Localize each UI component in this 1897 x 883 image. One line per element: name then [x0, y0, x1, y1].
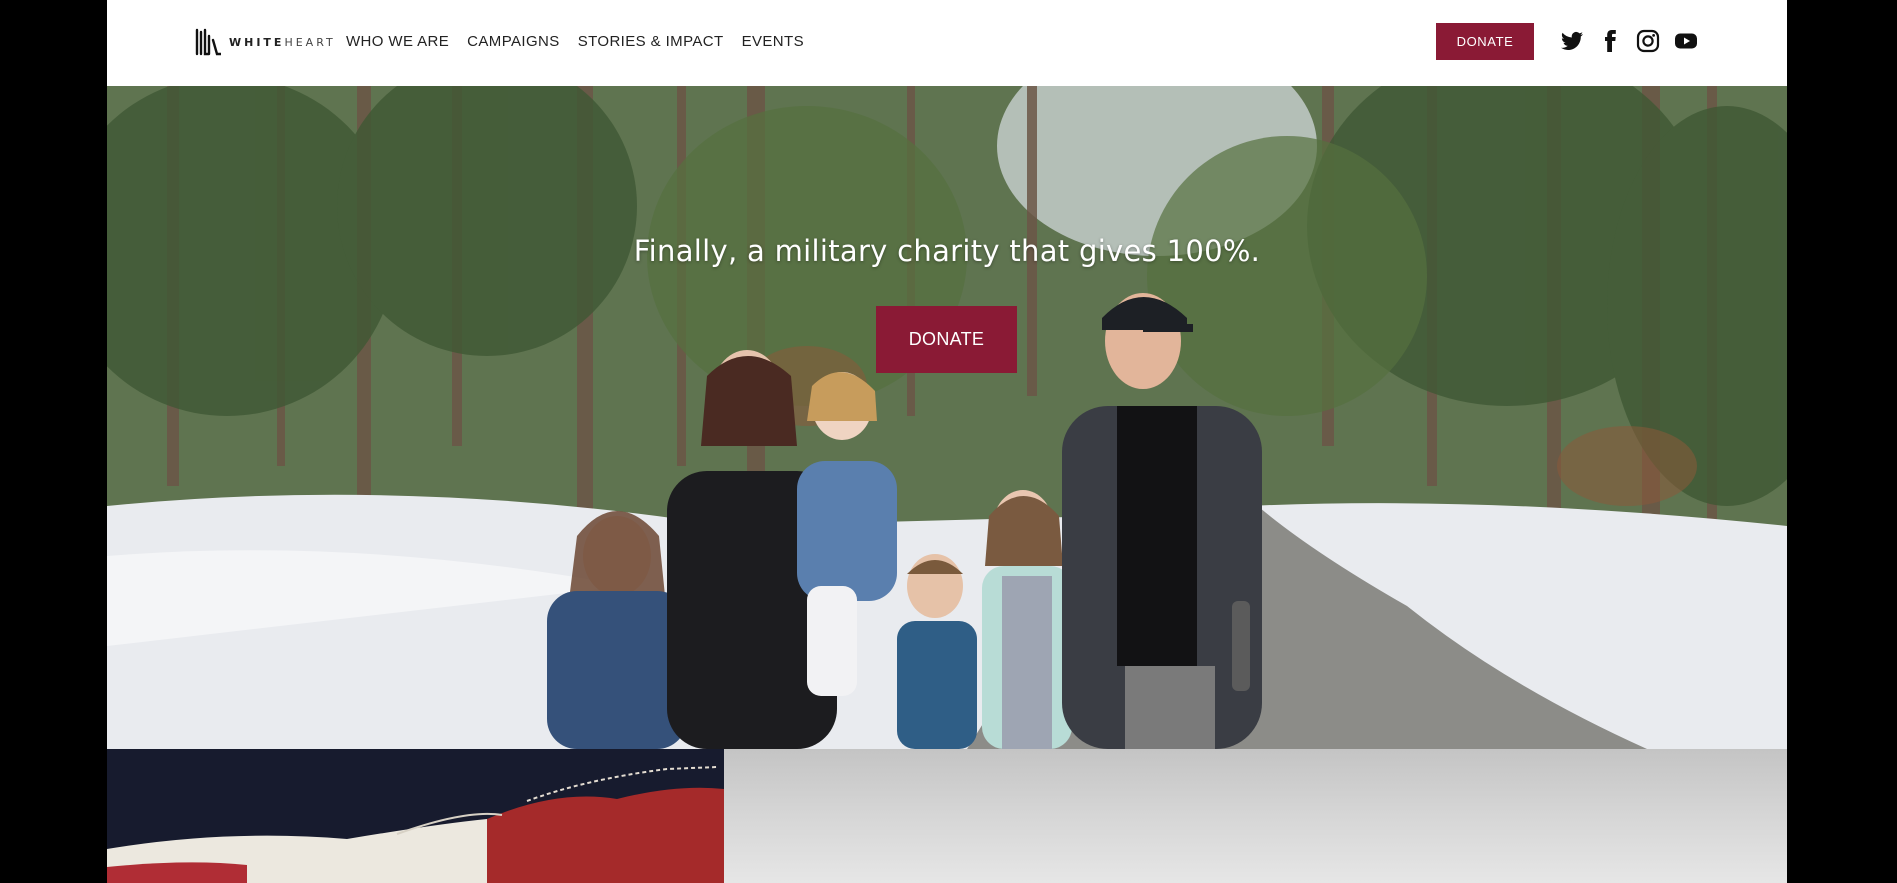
hero-headline: Finally, a military charity that gives 1…	[633, 234, 1261, 268]
site-header: WHITEHEART WHO WE ARE CAMPAIGNS STORIES …	[107, 0, 1787, 86]
hero-section: Finally, a military charity that gives 1…	[107, 86, 1787, 749]
main-nav: WHO WE ARE CAMPAIGNS STORIES & IMPACT EV…	[346, 33, 804, 50]
page: WHITEHEART WHO WE ARE CAMPAIGNS STORIES …	[107, 0, 1787, 883]
wall-image-tile	[724, 749, 1787, 883]
logo-text: WHITEHEART	[229, 36, 336, 49]
logo-mark-icon	[195, 28, 221, 56]
twitter-icon[interactable]	[1560, 29, 1584, 53]
header-donate-button[interactable]: DONATE	[1436, 23, 1534, 60]
nav-item-stories-impact[interactable]: STORIES & IMPACT	[578, 33, 724, 50]
instagram-icon[interactable]	[1636, 29, 1660, 53]
hero-donate-button[interactable]: DONATE	[876, 306, 1017, 373]
nav-item-events[interactable]: EVENTS	[742, 33, 804, 50]
flag-image-tile	[107, 749, 724, 883]
logo-text-bold: WHITE	[229, 35, 285, 49]
nav-item-who-we-are[interactable]: WHO WE ARE	[346, 33, 449, 50]
social-links	[1560, 29, 1698, 53]
hero-photo	[107, 86, 1787, 749]
youtube-icon[interactable]	[1674, 29, 1698, 53]
flag-image	[107, 749, 724, 883]
logo-text-light: HEART	[284, 35, 336, 49]
site-logo[interactable]: WHITEHEART	[195, 28, 336, 56]
nav-item-campaigns[interactable]: CAMPAIGNS	[467, 33, 560, 50]
facebook-icon[interactable]	[1598, 29, 1622, 53]
